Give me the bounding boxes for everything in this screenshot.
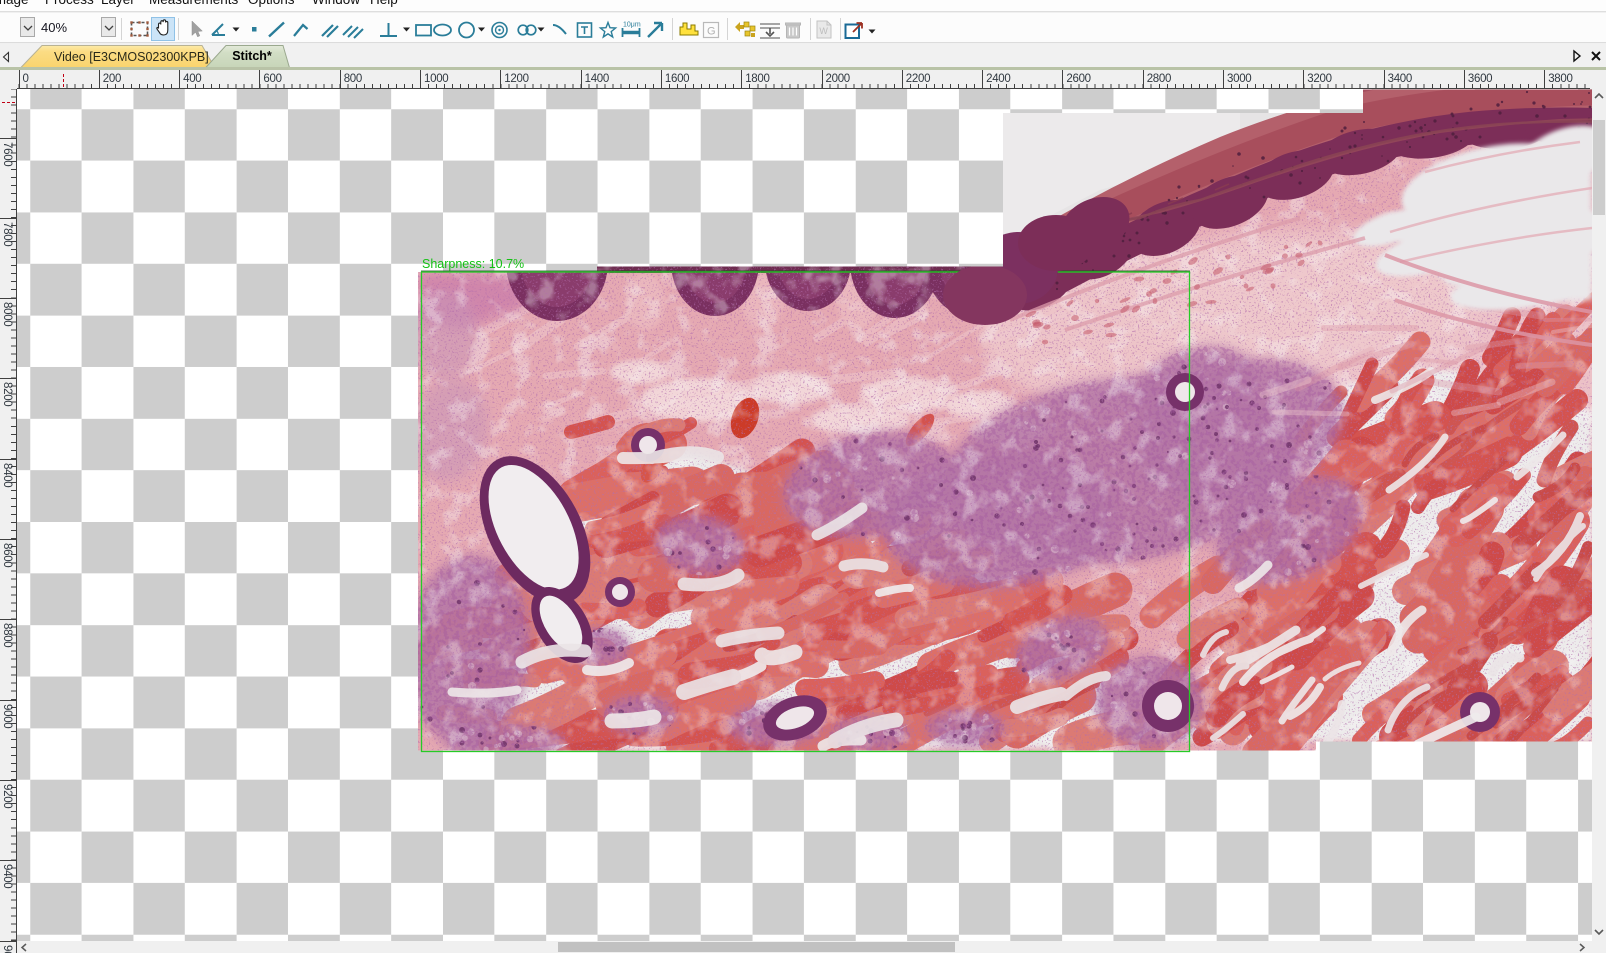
svg-text:Sharpness: 10.7%: Sharpness: 10.7% bbox=[422, 257, 524, 271]
